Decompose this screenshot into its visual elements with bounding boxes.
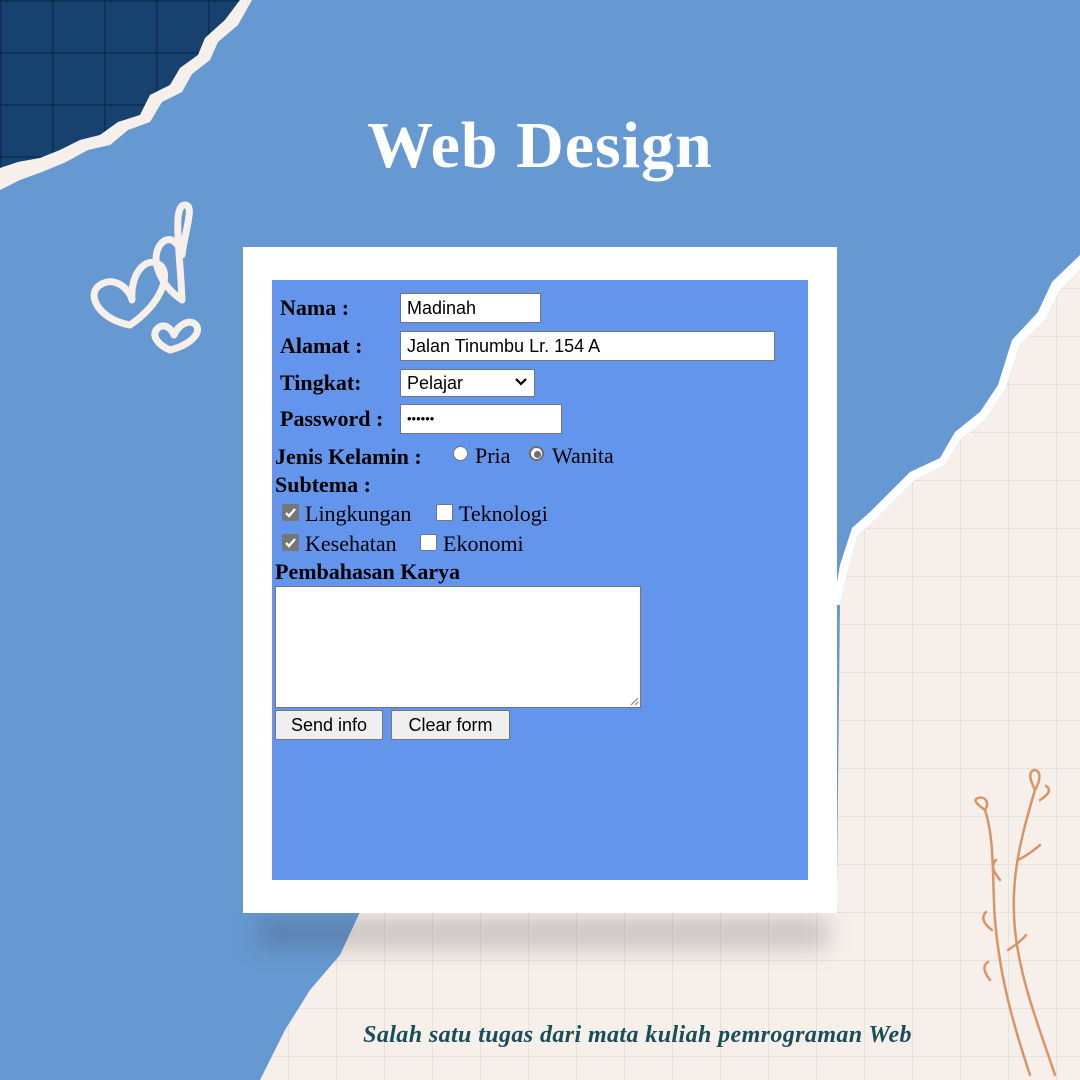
card-shadow (258, 918, 828, 948)
checkbox-teknologi[interactable] (436, 504, 453, 521)
label-subtema: Subtema : (275, 472, 371, 497)
label-alamat: Alamat : (280, 333, 363, 358)
alamat-input[interactable]: Jalan Tinumbu Lr. 154 A (400, 331, 775, 361)
checkbox-lingkungan-label: Lingkungan (305, 501, 412, 526)
form-page: Nama : Madinah Alamat : Jalan Tinumbu Lr… (272, 280, 808, 880)
radio-wanita[interactable] (529, 446, 544, 461)
pembahasan-textarea[interactable] (275, 586, 641, 708)
poster-title: Web Design (367, 109, 713, 182)
radio-pria[interactable] (453, 446, 468, 461)
checkbox-ekonomi-label: Ekonomi (443, 531, 524, 556)
label-jenis-kelamin: Jenis Kelamin : (275, 444, 422, 469)
clear-form-button[interactable]: Clear form (391, 710, 510, 740)
radio-pria-label: Pria (475, 443, 511, 468)
checkmark-icon (285, 538, 296, 548)
send-info-button[interactable]: Send info (275, 710, 383, 740)
checkbox-lingkungan[interactable] (282, 504, 299, 521)
tingkat-select[interactable]: Pelajar (400, 369, 535, 397)
checkbox-kesehatan[interactable] (282, 534, 299, 551)
resize-grip-icon[interactable] (629, 696, 639, 706)
password-input[interactable]: •••••• (400, 404, 562, 434)
checkbox-kesehatan-label: Kesehatan (305, 531, 397, 556)
label-nama: Nama : (280, 295, 350, 320)
label-tingkat: Tingkat: (280, 370, 362, 395)
radio-wanita-label: Wanita (552, 443, 614, 468)
screenshot-card: Nama : Madinah Alamat : Jalan Tinumbu Lr… (243, 247, 837, 913)
checkbox-ekonomi[interactable] (420, 534, 437, 551)
label-pembahasan: Pembahasan Karya (275, 559, 461, 584)
nama-input[interactable]: Madinah (400, 293, 541, 323)
checkmark-icon (285, 508, 296, 518)
chevron-down-icon (515, 378, 527, 386)
tingkat-selected: Pelajar (407, 373, 464, 393)
heart-doodle-icon (90, 201, 201, 354)
poster-caption: Salah satu tugas dari mata kuliah pemrog… (363, 1022, 912, 1048)
label-password: Password : (280, 406, 384, 431)
checkbox-teknologi-label: Teknologi (459, 501, 548, 526)
